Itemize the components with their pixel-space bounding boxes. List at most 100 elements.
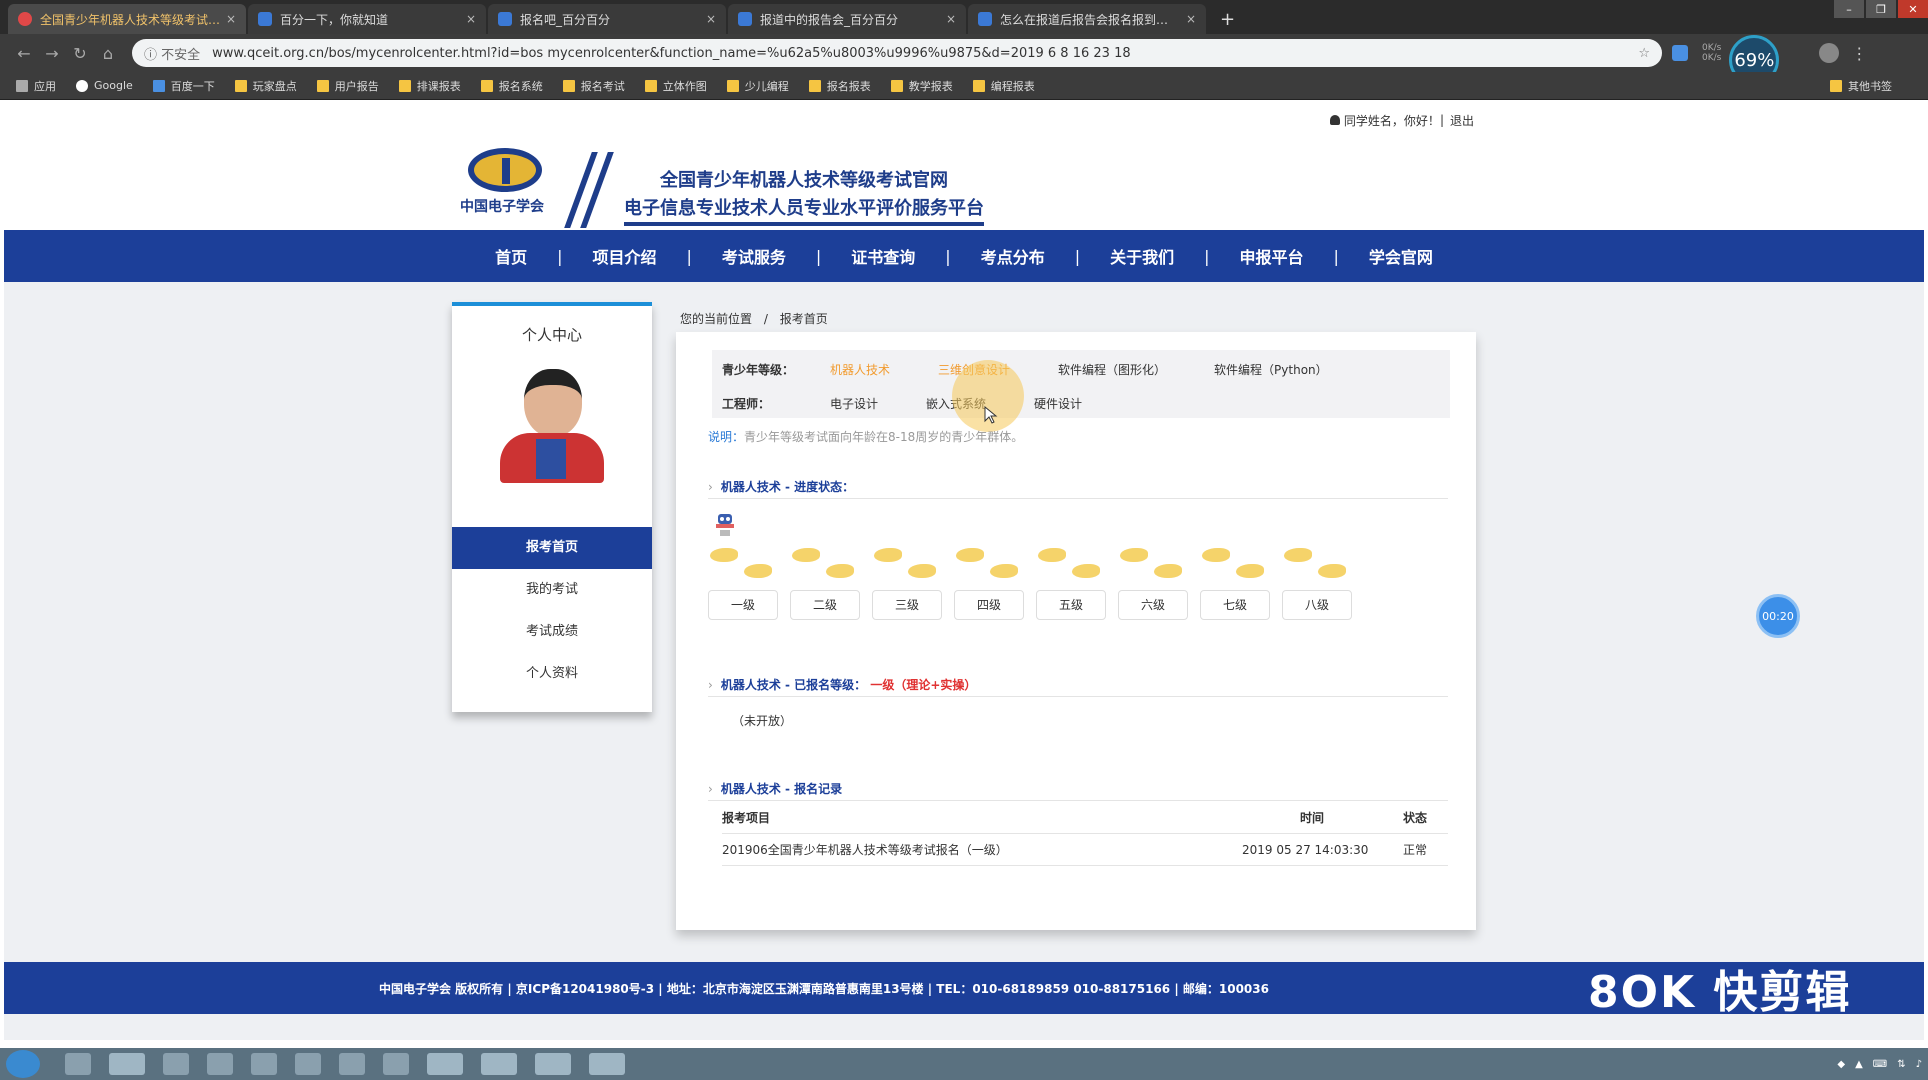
nav-project-intro[interactable]: 项目介绍	[562, 244, 686, 268]
close-tab-icon[interactable]: ×	[706, 12, 716, 26]
home-icon[interactable]: ⌂	[94, 44, 122, 63]
bookmark-google[interactable]: Google	[76, 79, 133, 92]
tray-icon[interactable]: ◆	[1837, 1059, 1845, 1070]
level-button-3[interactable]: 三级	[872, 590, 942, 620]
bookmark-item[interactable]: 玩家盘点	[234, 78, 297, 94]
taskbar-app-icon[interactable]	[109, 1053, 145, 1075]
sidebar-item-my-exams[interactable]: 我的考试	[452, 569, 652, 611]
taskbar-app-icon[interactable]	[535, 1053, 571, 1075]
close-tab-icon[interactable]: ×	[226, 12, 236, 26]
site-favicon-icon	[978, 12, 992, 26]
bookmark-item[interactable]: 少儿编程	[726, 78, 789, 94]
avatar	[496, 369, 608, 487]
recording-timer[interactable]: 00:20	[1756, 594, 1800, 638]
bookmark-label: 用户报告	[334, 79, 379, 93]
keyboard-icon[interactable]: ⌨	[1873, 1059, 1887, 1070]
bookmark-item[interactable]: 报名报表	[808, 78, 871, 94]
filter-option-robotics[interactable]: 机器人技术	[830, 361, 890, 378]
breadcrumb-root[interactable]: 您的当前位置	[680, 312, 752, 326]
browser-tab-3[interactable]: 报名吧_百分百分 ×	[488, 4, 726, 34]
sidebar-item-profile[interactable]: 个人资料	[452, 653, 652, 695]
network-icon[interactable]: ⇅	[1897, 1059, 1905, 1070]
nav-about[interactable]: 关于我们	[1080, 244, 1204, 268]
taskbar-app-icon[interactable]	[163, 1053, 189, 1075]
profile-avatar-icon[interactable]	[1819, 43, 1840, 63]
bookmark-item[interactable]: 排课报表	[398, 78, 461, 94]
folder-icon	[726, 79, 739, 92]
filter-option-python-programming[interactable]: 软件编程（Python）	[1214, 361, 1328, 378]
browser-tab-5[interactable]: 怎么在报道后报告会报名报到… ×	[968, 4, 1206, 34]
browser-tab-4[interactable]: 报道中的报告会_百分百分 ×	[728, 4, 966, 34]
taskbar-app-icon[interactable]	[295, 1053, 321, 1075]
level-button-5[interactable]: 五级	[1036, 590, 1106, 620]
taskbar-app-icon[interactable]	[427, 1053, 463, 1075]
close-tab-icon[interactable]: ×	[466, 12, 476, 26]
extension-icon[interactable]	[1672, 45, 1688, 61]
other-bookmarks[interactable]: 其他书签	[1830, 78, 1892, 94]
close-window-icon[interactable]: ✕	[1898, 0, 1928, 18]
filter-option-electronic-design[interactable]: 电子设计	[830, 395, 878, 412]
level-birds-icon	[954, 542, 1024, 584]
taskbar-app-icon[interactable]	[339, 1053, 365, 1075]
close-tab-icon[interactable]: ×	[946, 12, 956, 26]
close-tab-icon[interactable]: ×	[1186, 12, 1196, 26]
back-arrow-icon[interactable]: ←	[10, 44, 38, 63]
sidebar-item-exam-home[interactable]: 报考首页	[452, 527, 652, 569]
table-header: 报考项目 时间 状态	[722, 802, 1448, 834]
browser-tab-1[interactable]: 全国青少年机器人技术等级考试… ×	[8, 4, 246, 34]
volume-icon[interactable]: ♪	[1916, 1059, 1922, 1070]
site-logo[interactable]: 中国电子学会	[460, 148, 544, 216]
level-button-7[interactable]: 七级	[1200, 590, 1270, 620]
bookmark-item[interactable]: 教学报表	[890, 78, 953, 94]
registered-section-title: › 机器人技术 - 已报名等级： 一级（理论+实操）	[708, 676, 976, 693]
bookmark-item[interactable]: 立体作图	[644, 78, 707, 94]
level-button-1[interactable]: 一级	[708, 590, 778, 620]
nav-certificate-query[interactable]: 证书查询	[821, 244, 945, 268]
nav-application-platform[interactable]: 申报平台	[1210, 244, 1334, 268]
address-bar[interactable]: ⓘ 不安全 www.qceit.org.cn/bos/mycenrolcente…	[132, 39, 1662, 67]
bookmark-item[interactable]: 百度一下	[152, 78, 215, 94]
url-text[interactable]: www.qceit.org.cn/bos/mycenrolcenter.html…	[212, 46, 1638, 61]
browser-menu-icon[interactable]: ⋮	[1851, 44, 1867, 63]
nav-test-centers[interactable]: 考点分布	[951, 244, 1075, 268]
bookmark-item[interactable]: 报名考试	[562, 78, 625, 94]
level-button-2[interactable]: 二级	[790, 590, 860, 620]
taskbar-app-icon[interactable]	[251, 1053, 277, 1075]
tray-icon[interactable]: ▲	[1855, 1059, 1863, 1070]
level-button-8[interactable]: 八级	[1282, 590, 1352, 620]
bookmark-item[interactable]: 编程报表	[972, 78, 1035, 94]
nav-society-site[interactable]: 学会官网	[1339, 244, 1463, 268]
filter-option-graphical-programming[interactable]: 软件编程（图形化）	[1058, 361, 1166, 378]
upload-speed: 0K/s	[1702, 43, 1722, 53]
taskbar-app-icon[interactable]	[65, 1053, 91, 1075]
taskbar-app-icon[interactable]	[589, 1053, 625, 1075]
nav-exam-service[interactable]: 考试服务	[692, 244, 816, 268]
new-tab-button[interactable]: +	[1208, 4, 1247, 34]
taskbar-app-icon[interactable]	[481, 1053, 517, 1075]
site-favicon-icon	[498, 12, 512, 26]
sidebar-item-exam-scores[interactable]: 考试成绩	[452, 611, 652, 653]
filter-option-hardware-design[interactable]: 硬件设计	[1034, 395, 1082, 412]
nav-home[interactable]: 首页	[465, 244, 557, 268]
level-button-6[interactable]: 六级	[1118, 590, 1188, 620]
start-button[interactable]	[6, 1050, 40, 1078]
minimize-icon[interactable]: –	[1834, 0, 1864, 18]
user-greeting: 同学姓名，你好！	[1343, 113, 1440, 128]
tab-title: 百分一下，你就知道	[280, 12, 389, 27]
security-indicator[interactable]: ⓘ 不安全	[144, 44, 200, 63]
bookmark-item[interactable]: 用户报告	[316, 78, 379, 94]
bookmark-apps[interactable]: 应用	[16, 78, 56, 94]
logout-link[interactable]: 退出	[1450, 112, 1474, 129]
forward-arrow-icon[interactable]: →	[38, 44, 66, 63]
bookmark-star-icon[interactable]: ☆	[1638, 46, 1650, 61]
folder-icon	[398, 79, 411, 92]
maximize-icon[interactable]: ❐	[1866, 0, 1896, 18]
reload-icon[interactable]: ↻	[66, 44, 94, 63]
level-step: 三级	[872, 542, 942, 620]
taskbar-app-icon[interactable]	[207, 1053, 233, 1075]
bookmark-item[interactable]: 报名系统	[480, 78, 543, 94]
bookmark-label: 报名考试	[580, 79, 625, 93]
level-button-4[interactable]: 四级	[954, 590, 1024, 620]
taskbar-app-icon[interactable]	[383, 1053, 409, 1075]
browser-tab-2[interactable]: 百分一下，你就知道 ×	[248, 4, 486, 34]
